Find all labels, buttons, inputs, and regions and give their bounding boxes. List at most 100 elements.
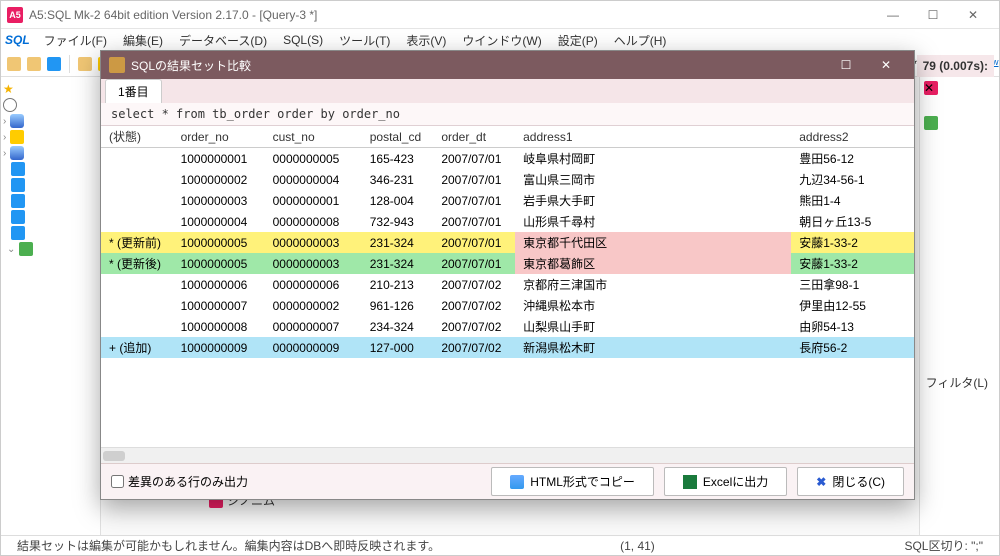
cell-order-dt[interactable]: 2007/07/02 (433, 295, 515, 316)
cell-order-no[interactable]: 1000000004 (173, 211, 265, 232)
dialog-close-button[interactable]: ✕ (866, 51, 906, 79)
cell-cust-no[interactable]: 0000000003 (265, 253, 362, 274)
chevron-icon[interactable]: › (3, 132, 6, 143)
cell-state[interactable]: * (更新後) (101, 253, 173, 274)
dialog-titlebar[interactable]: SQLの結果セット比較 ☐ ✕ (101, 51, 914, 79)
menu-window[interactable]: ウインドウ(W) (456, 30, 547, 51)
cell-address2[interactable]: 長府56-2 (791, 337, 914, 358)
col-cust-no[interactable]: cust_no (265, 126, 362, 148)
cell-address1[interactable]: 東京都葛飾区 (515, 253, 791, 274)
db-node-icon[interactable] (10, 114, 24, 128)
table-icon[interactable] (11, 226, 25, 240)
new-file-icon[interactable] (7, 57, 21, 71)
cell-postal[interactable]: 231-324 (362, 253, 434, 274)
cell-address2[interactable]: 九辺34-56-1 (791, 169, 914, 190)
cell-address1[interactable]: 岐阜県村岡町 (515, 148, 791, 170)
cell-postal[interactable]: 128-004 (362, 190, 434, 211)
chevron-icon[interactable]: › (3, 148, 6, 159)
scrollbar-thumb[interactable] (103, 451, 125, 461)
close-dialog-button[interactable]: ✖ 閉じる(C) (797, 467, 904, 496)
table-icon[interactable] (11, 194, 25, 208)
cell-cust-no[interactable]: 0000000009 (265, 337, 362, 358)
cell-state[interactable]: * (更新前) (101, 232, 173, 253)
cell-state[interactable]: + (追加) (101, 337, 173, 358)
cell-postal[interactable]: 210-213 (362, 274, 434, 295)
menu-help[interactable]: ヘルプ(H) (608, 30, 673, 51)
history-icon[interactable] (3, 98, 17, 112)
cell-postal[interactable]: 732-943 (362, 211, 434, 232)
cell-address1[interactable]: 岩手県大手町 (515, 190, 791, 211)
cell-state[interactable] (101, 190, 173, 211)
maximize-button[interactable]: ☐ (913, 1, 953, 29)
result-grid[interactable]: (状態) order_no cust_no postal_cd order_dt… (101, 126, 914, 447)
cell-order-dt[interactable]: 2007/07/01 (433, 148, 515, 170)
folder-icon[interactable] (78, 57, 92, 71)
table-row[interactable]: * (更新前)10000000050000000003231-3242007/0… (101, 232, 914, 253)
cell-address1[interactable]: 京都府三津国市 (515, 274, 791, 295)
cell-address2[interactable]: 三田拿98-1 (791, 274, 914, 295)
col-order-dt[interactable]: order_dt (433, 126, 515, 148)
table-row[interactable]: 10000000020000000004346-2312007/07/01富山県… (101, 169, 914, 190)
col-address2[interactable]: address2 (791, 126, 914, 148)
cell-order-no[interactable]: 1000000007 (173, 295, 265, 316)
cell-address2[interactable]: 安藤1-33-2 (791, 253, 914, 274)
cell-postal[interactable]: 346-231 (362, 169, 434, 190)
cell-postal[interactable]: 231-324 (362, 232, 434, 253)
cell-order-dt[interactable]: 2007/07/01 (433, 253, 515, 274)
cell-order-dt[interactable]: 2007/07/02 (433, 274, 515, 295)
close-tab-icon[interactable]: ✕ (924, 81, 938, 95)
cell-postal[interactable]: 127-000 (362, 337, 434, 358)
col-address1[interactable]: address1 (515, 126, 791, 148)
cell-state[interactable] (101, 148, 173, 170)
cell-address1[interactable]: 東京都千代田区 (515, 232, 791, 253)
cell-cust-no[interactable]: 0000000006 (265, 274, 362, 295)
cell-order-dt[interactable]: 2007/07/01 (433, 211, 515, 232)
cell-state[interactable] (101, 211, 173, 232)
cell-state[interactable] (101, 295, 173, 316)
minimize-button[interactable]: — (873, 1, 913, 29)
table-row[interactable]: * (更新後)10000000050000000003231-3242007/0… (101, 253, 914, 274)
dialog-tab-1[interactable]: 1番目 (105, 79, 162, 103)
cell-postal[interactable]: 961-126 (362, 295, 434, 316)
copy-html-button[interactable]: HTML形式でコピー (491, 467, 654, 496)
menu-file[interactable]: ファイル(F) (38, 30, 113, 51)
folder-open-icon[interactable] (19, 242, 33, 256)
favorites-icon[interactable]: ★ (3, 82, 17, 96)
table-row[interactable]: 10000000080000000007234-3242007/07/02山梨県… (101, 316, 914, 337)
schema-icon[interactable] (10, 130, 24, 144)
cell-order-no[interactable]: 1000000008 (173, 316, 265, 337)
cell-order-no[interactable]: 1000000009 (173, 337, 265, 358)
cell-order-dt[interactable]: 2007/07/01 (433, 232, 515, 253)
cell-postal[interactable]: 234-324 (362, 316, 434, 337)
cell-order-no[interactable]: 1000000003 (173, 190, 265, 211)
table-row[interactable]: + (追加)10000000090000000009127-0002007/07… (101, 337, 914, 358)
table-icon[interactable] (11, 210, 25, 224)
cell-order-dt[interactable]: 2007/07/01 (433, 190, 515, 211)
cell-order-no[interactable]: 1000000002 (173, 169, 265, 190)
cell-state[interactable] (101, 316, 173, 337)
table-row[interactable]: 10000000010000000005165-4232007/07/01岐阜県… (101, 148, 914, 170)
cell-cust-no[interactable]: 0000000003 (265, 232, 362, 253)
menu-edit[interactable]: 編集(E) (117, 30, 169, 51)
menu-sql[interactable]: SQL(S) (277, 31, 329, 49)
dialog-maximize-button[interactable]: ☐ (826, 51, 866, 79)
diff-only-checkbox[interactable]: 差異のある行のみ出力 (111, 473, 248, 490)
cell-state[interactable] (101, 274, 173, 295)
run-result-icon[interactable] (924, 116, 938, 130)
cell-order-no[interactable]: 1000000005 (173, 253, 265, 274)
menu-view[interactable]: 表示(V) (400, 30, 452, 51)
cell-postal[interactable]: 165-423 (362, 148, 434, 170)
export-excel-button[interactable]: Excelに出力 (664, 467, 787, 496)
col-postal-cd[interactable]: postal_cd (362, 126, 434, 148)
cell-order-no[interactable]: 1000000006 (173, 274, 265, 295)
diff-only-checkbox-input[interactable] (111, 475, 124, 488)
table-row[interactable]: 10000000060000000006210-2132007/07/02京都府… (101, 274, 914, 295)
cell-cust-no[interactable]: 0000000002 (265, 295, 362, 316)
table-row[interactable]: 10000000070000000002961-1262007/07/02沖縄県… (101, 295, 914, 316)
cell-address2[interactable]: 由卵54-13 (791, 316, 914, 337)
save-icon[interactable] (47, 57, 61, 71)
cell-order-no[interactable]: 1000000001 (173, 148, 265, 170)
cell-cust-no[interactable]: 0000000008 (265, 211, 362, 232)
cell-address2[interactable]: 朝日ヶ丘13-5 (791, 211, 914, 232)
cell-address1[interactable]: 山形県千尋村 (515, 211, 791, 232)
